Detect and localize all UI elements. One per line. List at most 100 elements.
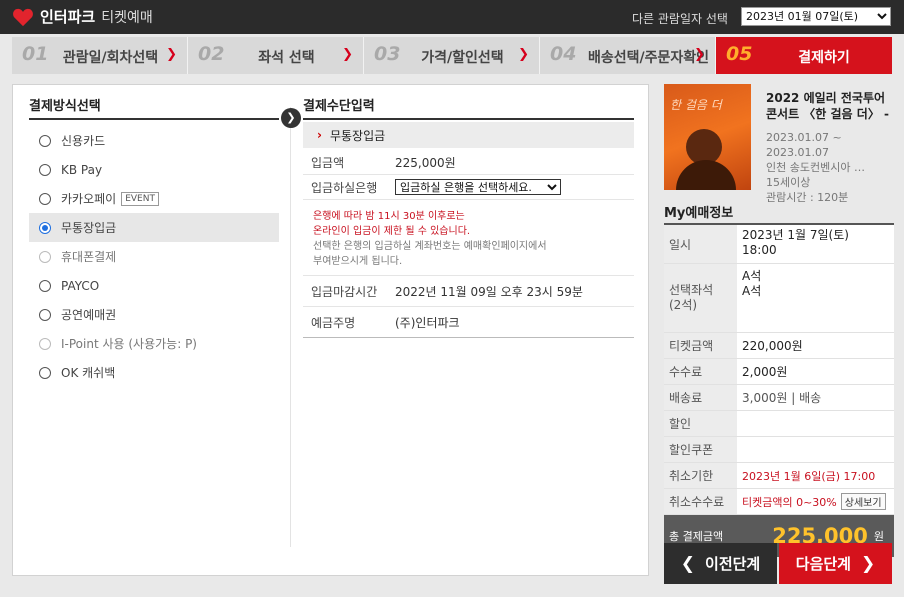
notice-line: 부여받으시게 됩니다. <box>313 256 403 267</box>
bank-row: 입금하실은행 입금하실 은행을 선택하세요. <box>303 175 634 200</box>
bank-select[interactable]: 입금하실 은행을 선택하세요. <box>395 179 561 195</box>
info-label: 취소기한 <box>664 463 737 488</box>
info-row-coupon: 할인쿠폰 <box>664 437 894 463</box>
info-label: 티켓금액 <box>664 333 737 358</box>
step-label: 가격/할인선택 <box>421 50 504 66</box>
step-date-session[interactable]: 01 관람일/회차선택 ❯ <box>12 37 188 74</box>
step-delivery[interactable]: 04 배송선택/주문자확인 ❯ <box>540 37 716 74</box>
viewing-date-select[interactable]: 2023년 01월 07일(토) <box>741 7 891 26</box>
radio-button[interactable] <box>39 192 51 205</box>
info-value: A석 A석 <box>737 264 894 332</box>
option-label: PAYCO <box>61 278 100 293</box>
payment-input-section: 결제수단입력 › 무통장입금 입금액 225,000원 입금하실은행 입금하실 은… <box>303 95 634 338</box>
booking-time: 18:00 <box>742 243 777 257</box>
info-label: 수수료 <box>664 359 737 384</box>
step-number: 02 <box>198 43 225 65</box>
payment-method-section: 결제방식선택 신용카드 KB Pay 카카오페이 EVENT 무통장입금 휴대폰결… <box>29 95 279 387</box>
seat-item: A석 <box>742 269 762 283</box>
show-poster: 한 걸음 더 <box>664 84 751 190</box>
radio-button[interactable] <box>39 134 51 147</box>
cancel-fee: 티켓금액의 0~30% <box>742 495 837 509</box>
payment-option-credit-card[interactable]: 신용카드 <box>29 126 279 155</box>
coupon-amount <box>737 437 894 462</box>
date-select-label: 다른 관람일자 선택 <box>632 12 728 26</box>
info-label: 할인쿠폰 <box>664 437 737 462</box>
show-runtime: 관람시간 : 120분 <box>766 191 849 204</box>
brand-subtitle: 티켓예매 <box>101 9 153 26</box>
info-value: 2023년 1월 7일(토) 18:00 <box>737 225 894 263</box>
show-title: 2022 에일리 전국투어 콘서트 〈한 걸음 더〉 - 인 <box>766 90 890 122</box>
info-label: 선택좌석 (2석) <box>664 264 737 332</box>
option-label: 카카오페이 <box>61 192 117 206</box>
cancel-deadline: 2023년 1월 6일(금) 17:00 <box>742 469 876 483</box>
step-number: 01 <box>22 43 49 65</box>
option-label: 신용카드 <box>61 134 106 148</box>
notice-line: 온라인이 입금이 제한 될 수 있습니다. <box>313 226 471 237</box>
step-number: 05 <box>726 43 753 65</box>
chevron-right-icon: ❯ <box>694 47 705 62</box>
delivery-amount: 3,000원 | 배송 <box>742 391 822 405</box>
notice-line: 은행에 따라 밤 11시 30분 이후로는 <box>313 211 465 222</box>
deposit-deadline: 2022년 11월 09일 오후 23시 59분 <box>395 284 583 299</box>
radio-button[interactable] <box>39 163 51 176</box>
show-age: 15세이상 <box>766 176 811 189</box>
step-label: 결제하기 <box>798 50 850 66</box>
payment-option-bank-transfer[interactable]: 무통장입금 <box>29 213 279 242</box>
next-step-label: 다음단계 <box>795 555 851 573</box>
next-step-button[interactable]: 다음단계 ❯ <box>779 543 892 584</box>
field-label: 입금액 <box>311 155 345 170</box>
section-title: 결제수단입력 <box>303 95 634 120</box>
ticket-amount: 220,000원 <box>742 339 803 353</box>
poster-figure <box>676 160 736 190</box>
show-title-line: 콘서트 〈한 걸음 더〉 - 인 <box>766 107 890 121</box>
detail-button[interactable]: 상세보기 <box>840 493 886 510</box>
chevron-right-icon: ❯ <box>342 47 353 62</box>
field-label: 예금주명 <box>311 315 356 330</box>
step-price[interactable]: 03 가격/할인선택 ❯ <box>364 37 540 74</box>
payment-option-payco[interactable]: PAYCO <box>29 271 279 300</box>
step-label: 관람일/회차선택 <box>62 50 159 66</box>
deposit-amount-row: 입금액 225,000원 <box>303 150 634 175</box>
payment-option-okcashbag[interactable]: OK 캐쉬백 <box>29 358 279 387</box>
chevron-right-icon: ❯ <box>860 553 876 574</box>
show-title-line: 2022 에일리 전국투어 <box>766 91 886 105</box>
option-label: 무통장입금 <box>61 221 117 235</box>
account-holder: (주)인터파크 <box>395 315 460 330</box>
radio-button[interactable] <box>39 279 51 292</box>
step-label: 좌석 선택 <box>258 50 315 66</box>
top-bar: 인터파크 티켓예매 다른 관람일자 선택 2023년 01월 07일(토) <box>0 0 904 34</box>
divider <box>290 107 291 547</box>
option-label: I-Point 사용 (사용가능: P) <box>61 337 197 351</box>
logo: 인터파크 티켓예매 <box>12 6 153 27</box>
show-period-start: 2023.01.07 ~ <box>766 131 842 144</box>
radio-button[interactable] <box>39 221 51 234</box>
payment-panel: 결제방식선택 신용카드 KB Pay 카카오페이 EVENT 무통장입금 휴대폰결… <box>12 84 649 576</box>
radio-button <box>39 337 51 350</box>
step-navigation: 01 관람일/회차선택 ❯ 02 좌석 선택 ❯ 03 가격/할인선택 ❯ 04… <box>12 37 892 74</box>
poster-title: 한 걸음 더 <box>670 98 722 112</box>
prev-step-button[interactable]: ❮ 이전단계 <box>664 543 777 584</box>
seats-label: 선택좌석 <box>669 283 714 297</box>
info-value: 티켓금액의 0~30% 상세보기 <box>737 489 894 514</box>
radio-button[interactable] <box>39 366 51 379</box>
booking-date: 2023년 1월 7일(토) <box>742 228 849 242</box>
info-label: 취소수수료 <box>664 489 737 514</box>
info-label: 배송료 <box>664 385 737 410</box>
radio-button <box>39 250 51 263</box>
seats-count: (2석) <box>669 298 698 312</box>
deposit-notice: 은행에 따라 밤 11시 30분 이후로는 온라인이 입금이 제한 될 수 있습… <box>303 200 634 276</box>
info-row-cancel-fee: 취소수수료 티켓금액의 0~30% 상세보기 <box>664 489 894 515</box>
info-row-delivery: 배송료 3,000원 | 배송 <box>664 385 894 411</box>
total-unit: 원 <box>873 530 884 543</box>
radio-button[interactable] <box>39 308 51 321</box>
step-seat[interactable]: 02 좌석 선택 ❯ <box>188 37 364 74</box>
fee-amount: 2,000원 <box>742 365 788 379</box>
step-label: 배송선택/주문자확인 <box>588 50 710 66</box>
payment-option-voucher[interactable]: 공연예매권 <box>29 300 279 329</box>
payment-option-kakaopay[interactable]: 카카오페이 EVENT <box>29 184 279 213</box>
show-period-end: 2023.01.07 <box>766 146 829 159</box>
payment-option-kbpay[interactable]: KB Pay <box>29 155 279 184</box>
notice-line: 선택한 은행의 입금하실 계좌번호는 예매확인페이지에서 <box>313 241 547 252</box>
arrow-right-icon: ❯ <box>281 108 301 128</box>
brand-name: 인터파크 <box>40 8 96 26</box>
